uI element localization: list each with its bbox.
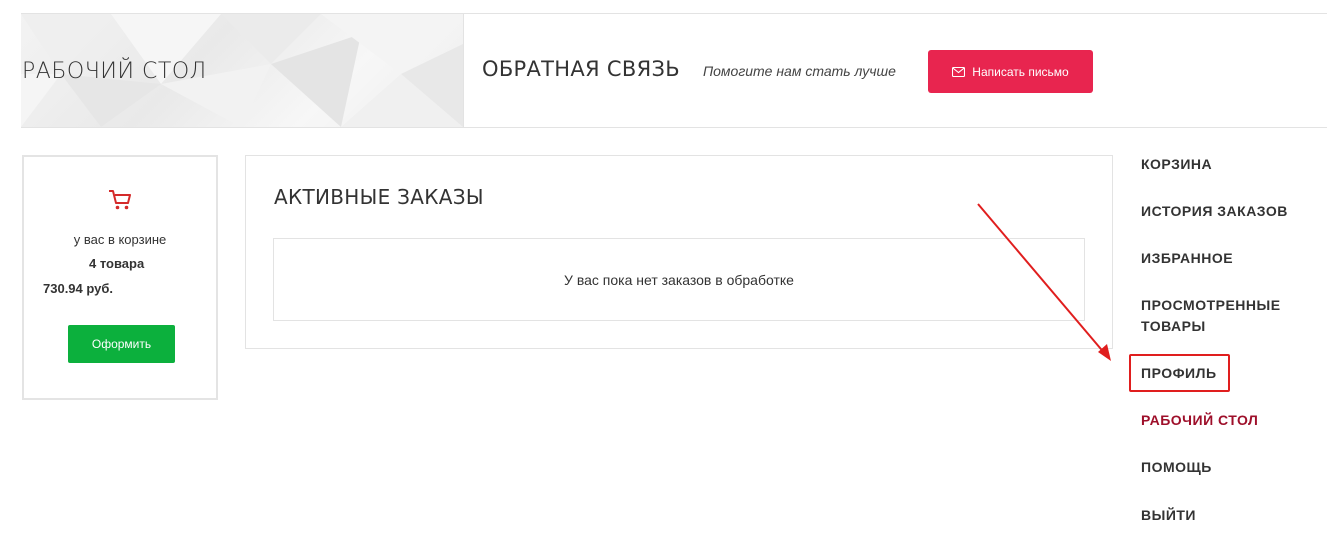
sidebar-item-dashboard[interactable]: РАБОЧИЙ СТОЛ bbox=[1141, 410, 1258, 431]
active-orders-panel: АКТИВНЫЕ ЗАКАЗЫ У вас пока нет заказов в… bbox=[245, 155, 1113, 349]
sidebar-item-help[interactable]: ПОМОЩЬ bbox=[1141, 457, 1212, 478]
header-divider bbox=[21, 127, 1327, 128]
orders-empty-message: У вас пока нет заказов в обработке bbox=[273, 238, 1085, 321]
cart-text: у вас в корзине bbox=[73, 232, 167, 247]
page-title: РАБОЧИЙ СТОЛ bbox=[22, 59, 207, 84]
cart-icon bbox=[109, 190, 131, 210]
checkout-button[interactable]: Оформить bbox=[68, 325, 175, 363]
sidebar-item-favorites[interactable]: ИЗБРАННОЕ bbox=[1141, 248, 1233, 269]
sidebar-item-cart[interactable]: КОРЗИНА bbox=[1141, 154, 1212, 175]
sidebar-item-order-history[interactable]: ИСТОРИЯ ЗАКАЗОВ bbox=[1141, 201, 1288, 222]
write-letter-label: Написать письмо bbox=[972, 64, 1069, 79]
envelope-icon bbox=[952, 66, 966, 77]
active-orders-title: АКТИВНЫЕ ЗАКАЗЫ bbox=[274, 185, 484, 209]
cart-widget: у вас в корзине 4 товара 730.94 руб. Офо… bbox=[22, 155, 218, 400]
write-letter-button[interactable]: Написать письмо bbox=[928, 50, 1093, 93]
feedback-subtitle: Помогите нам стать лучше bbox=[703, 63, 896, 79]
orders-empty-text: У вас пока нет заказов в обработке bbox=[564, 271, 794, 288]
sidebar-item-logout[interactable]: ВЫЙТИ bbox=[1141, 505, 1196, 526]
sidebar-item-viewed-products[interactable]: ПРОСМОТРЕННЫЕ ТОВАРЫ bbox=[1141, 295, 1291, 337]
feedback-title: ОБРАТНАЯ СВЯЗЬ bbox=[482, 57, 680, 81]
cart-total-price: 730.94 руб. bbox=[43, 281, 114, 296]
dashboard-hero: РАБОЧИЙ СТОЛ bbox=[21, 14, 464, 127]
cart-item-count: 4 товара bbox=[89, 256, 145, 271]
profile-highlight-box bbox=[1129, 354, 1230, 392]
